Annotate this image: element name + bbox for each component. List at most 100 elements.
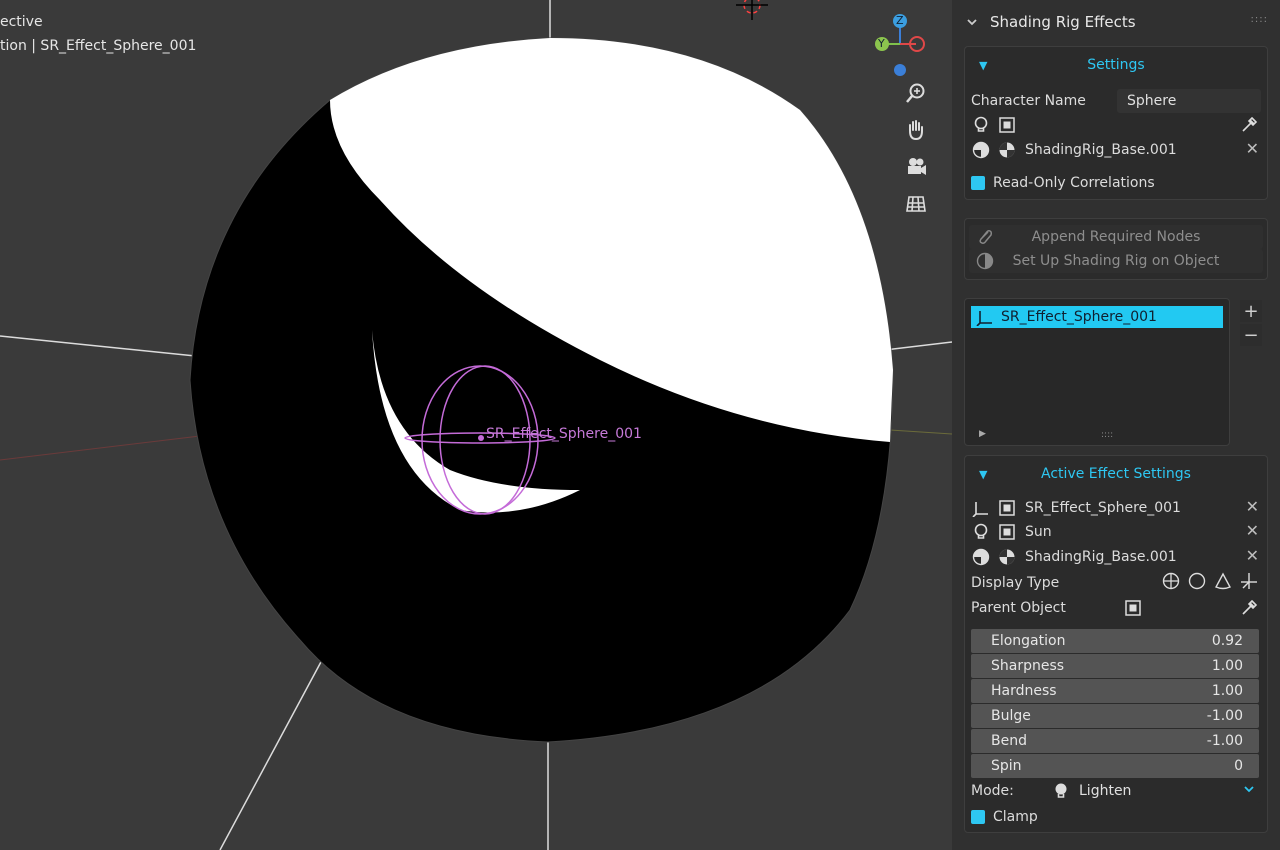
remove-effect-button[interactable]: −	[1240, 324, 1262, 346]
active-effect-section: ▼ Active Effect Settings SR_Effect_Spher…	[964, 455, 1268, 833]
clear-base-object-button[interactable]: ✕	[1246, 139, 1259, 158]
parent-object-label: Parent Object	[971, 600, 1066, 616]
cone-icon[interactable]	[1213, 571, 1233, 591]
setup-rig-button[interactable]: Set Up Shading Rig on Object	[969, 249, 1263, 273]
active-effect-header-label: Active Effect Settings	[1041, 466, 1191, 482]
viewport-scene	[0, 0, 952, 850]
slider-bend[interactable]: Bend -1.00	[971, 729, 1259, 753]
slider-value: -1.00	[1206, 708, 1243, 724]
slider-bulge[interactable]: Bulge -1.00	[971, 704, 1259, 728]
neg-z-axis-ball	[894, 64, 906, 76]
hand-pan-icon[interactable]	[901, 115, 931, 145]
zoom-icon[interactable]	[901, 78, 931, 108]
panel-title: Shading Rig Effects	[990, 13, 1136, 31]
slider-hardness[interactable]: Hardness 1.00	[971, 679, 1259, 703]
empty-axes-icon	[971, 498, 991, 518]
clear-light-object-button[interactable]: ✕	[1246, 521, 1259, 540]
empty-axes-icon	[975, 307, 995, 327]
collection-label: tion | SR_Effect_Sphere_001	[0, 38, 197, 54]
slider-value: -1.00	[1206, 733, 1243, 749]
clamp-label: Clamp	[993, 809, 1038, 825]
clamp-checkbox[interactable]	[971, 810, 985, 824]
clear-base-object-button[interactable]: ✕	[1246, 546, 1259, 565]
base-object-name[interactable]: ShadingRig_Base.001	[1025, 549, 1177, 565]
base-object-name[interactable]: ShadingRig_Base.001	[1025, 142, 1177, 158]
object-square-icon[interactable]	[1123, 598, 1143, 618]
add-effect-button[interactable]: +	[1240, 300, 1262, 322]
resize-grip-icon[interactable]: ::::	[1101, 430, 1113, 440]
chevron-down-icon[interactable]	[962, 12, 982, 32]
list-item-label: SR_Effect_Sphere_001	[1001, 309, 1157, 325]
slider-sharpness[interactable]: Sharpness 1.00	[971, 654, 1259, 678]
light-object-row	[971, 113, 1261, 137]
append-nodes-button[interactable]: Append Required Nodes	[969, 225, 1263, 249]
slider-label: Hardness	[991, 683, 1057, 699]
object-square-icon	[997, 522, 1017, 542]
object-square-icon	[997, 115, 1017, 135]
circle-icon[interactable]	[1187, 571, 1207, 591]
lightbulb-icon	[971, 115, 991, 135]
lightbulb-icon	[1051, 781, 1071, 801]
settings-header[interactable]: ▼ Settings	[965, 47, 1267, 83]
slider-value: 1.00	[1211, 658, 1243, 674]
slider-spin[interactable]: Spin 0	[971, 754, 1259, 778]
light-object-row: Sun	[971, 520, 1261, 544]
actions-section: Append Required Nodes Set Up Shading Rig…	[964, 218, 1268, 280]
settings-header-label: Settings	[1087, 57, 1145, 73]
slider-elongation[interactable]: Elongation 0.92	[971, 629, 1259, 653]
slider-label: Sharpness	[991, 658, 1065, 674]
x-axis-red	[0, 435, 201, 461]
material-icon	[997, 547, 1017, 567]
object-name-label: SR_Effect_Sphere_001	[486, 426, 642, 442]
gizmo-y-label: Y	[878, 37, 885, 50]
expand-triangle-icon[interactable]: ▶	[979, 429, 986, 439]
display-type-label: Display Type	[971, 575, 1060, 591]
base-object-row: ShadingRig_Base.001	[971, 545, 1261, 569]
triangle-down-icon: ▼	[979, 59, 988, 72]
settings-section: ▼ Settings Character Name Sphere Shading…	[964, 46, 1268, 200]
slider-value: 0	[1234, 758, 1243, 774]
grid-icon[interactable]	[901, 189, 931, 219]
clamp-row[interactable]: Clamp	[971, 805, 1261, 829]
sphere-axes-icon[interactable]	[1161, 571, 1181, 591]
3d-cursor-icon	[736, 0, 768, 20]
slider-label: Elongation	[991, 633, 1066, 649]
read-only-label: Read-Only Correlations	[993, 175, 1155, 191]
chevron-down-icon	[1243, 783, 1255, 799]
effect-object-name[interactable]: SR_Effect_Sphere_001	[1025, 500, 1181, 516]
setup-rig-label: Set Up Shading Rig on Object	[1012, 253, 1220, 269]
paperclip-icon	[975, 227, 995, 247]
active-effect-header[interactable]: ▼ Active Effect Settings	[965, 456, 1267, 492]
slider-value: 1.00	[1211, 683, 1243, 699]
triangle-down-icon: ▼	[979, 468, 988, 481]
eyedropper-icon[interactable]	[1239, 598, 1259, 618]
eyedropper-icon[interactable]	[1239, 115, 1259, 135]
base-object-row: ShadingRig_Base.001	[971, 138, 1261, 162]
display-type-options	[1161, 571, 1259, 591]
effect-origin-dot	[478, 435, 484, 441]
parent-object-row: Parent Object	[971, 596, 1261, 620]
slider-value: 0.92	[1211, 633, 1243, 649]
character-name-label: Character Name	[971, 93, 1086, 109]
plain-axes-icon[interactable]	[1239, 571, 1259, 591]
slider-label: Bulge	[991, 708, 1031, 724]
view-label: ective	[0, 14, 43, 30]
read-only-row[interactable]: Read-Only Correlations	[971, 171, 1261, 195]
3d-viewport[interactable]: ective tion | SR_Effect_Sphere_001 SR_Ef…	[0, 0, 952, 850]
material-sphere-icon	[971, 547, 991, 567]
mode-dropdown[interactable]: Lighten	[1041, 779, 1261, 803]
character-name-field[interactable]: Sphere	[1117, 89, 1261, 113]
read-only-checkbox[interactable]	[971, 176, 985, 190]
list-item[interactable]: SR_Effect_Sphere_001	[971, 306, 1223, 328]
light-object-name[interactable]: Sun	[1025, 524, 1052, 540]
camera-icon[interactable]	[901, 152, 931, 182]
material-icon	[997, 140, 1017, 160]
y-axis-olive	[889, 429, 952, 435]
gizmo-z-label: Z	[896, 14, 904, 27]
mode-label: Mode:	[971, 783, 1014, 799]
effects-list[interactable]: SR_Effect_Sphere_001 ▶ ::::	[964, 298, 1230, 446]
lightbulb-icon	[971, 522, 991, 542]
panel-header[interactable]: Shading Rig Effects ::::	[952, 0, 1280, 44]
clear-effect-object-button[interactable]: ✕	[1246, 497, 1259, 516]
drag-grip-icon[interactable]: ::::	[1251, 14, 1268, 25]
